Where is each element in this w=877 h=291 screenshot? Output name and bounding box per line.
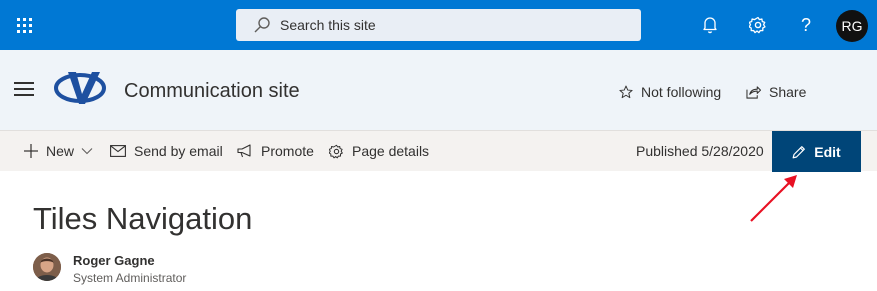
follow-label: Not following — [641, 84, 722, 100]
gear-icon — [329, 144, 343, 158]
site-title[interactable]: Communication site — [124, 80, 300, 103]
suite-bar: ? RG — [0, 0, 877, 50]
hamburger-menu-icon[interactable] — [14, 82, 34, 96]
page-details-label: Page details — [352, 143, 430, 159]
edit-label: Edit — [814, 143, 841, 160]
megaphone-icon — [237, 144, 251, 158]
site-header: Communication site Not following Share — [0, 50, 877, 130]
new-label: New — [46, 143, 75, 159]
new-button[interactable]: New — [24, 131, 93, 171]
follow-button[interactable]: Not following — [619, 84, 721, 100]
notifications-button[interactable] — [686, 0, 734, 50]
author-role: System Administrator — [73, 271, 187, 285]
send-by-email-label: Send by email — [134, 143, 223, 159]
help-button[interactable]: ? — [782, 0, 830, 50]
site-logo — [54, 72, 106, 104]
chevron-down-icon — [81, 148, 93, 155]
search-box[interactable] — [236, 9, 641, 41]
share-button[interactable]: Share — [746, 84, 806, 100]
share-icon — [746, 86, 761, 99]
search-input[interactable] — [280, 17, 620, 33]
send-by-email-button[interactable]: Send by email — [110, 131, 223, 171]
settings-button[interactable] — [734, 0, 782, 50]
author-avatar[interactable] — [33, 253, 61, 281]
star-icon — [619, 85, 633, 99]
waffle-icon — [16, 17, 32, 33]
promote-button[interactable]: Promote — [237, 131, 314, 171]
app-launcher-button[interactable] — [0, 0, 48, 50]
page-details-button[interactable]: Page details — [329, 131, 429, 171]
author-photo — [33, 253, 61, 281]
search-icon — [244, 9, 280, 41]
author-name[interactable]: Roger Gagne — [73, 253, 155, 268]
page-title: Tiles Navigation — [33, 201, 253, 236]
gear-icon — [749, 16, 766, 34]
mail-icon — [110, 145, 126, 157]
plus-icon — [24, 144, 38, 158]
user-initials: RG — [841, 18, 863, 34]
share-label: Share — [769, 84, 807, 100]
published-status: Published 5/28/2020 — [636, 143, 764, 159]
bell-icon — [703, 17, 717, 34]
command-bar: New Send by email Promote Page details P… — [0, 130, 877, 172]
user-avatar[interactable]: RG — [836, 10, 868, 42]
promote-label: Promote — [261, 143, 314, 159]
pencil-icon — [792, 145, 806, 158]
annotation-arrow — [750, 175, 797, 222]
help-icon: ? — [800, 14, 811, 35]
